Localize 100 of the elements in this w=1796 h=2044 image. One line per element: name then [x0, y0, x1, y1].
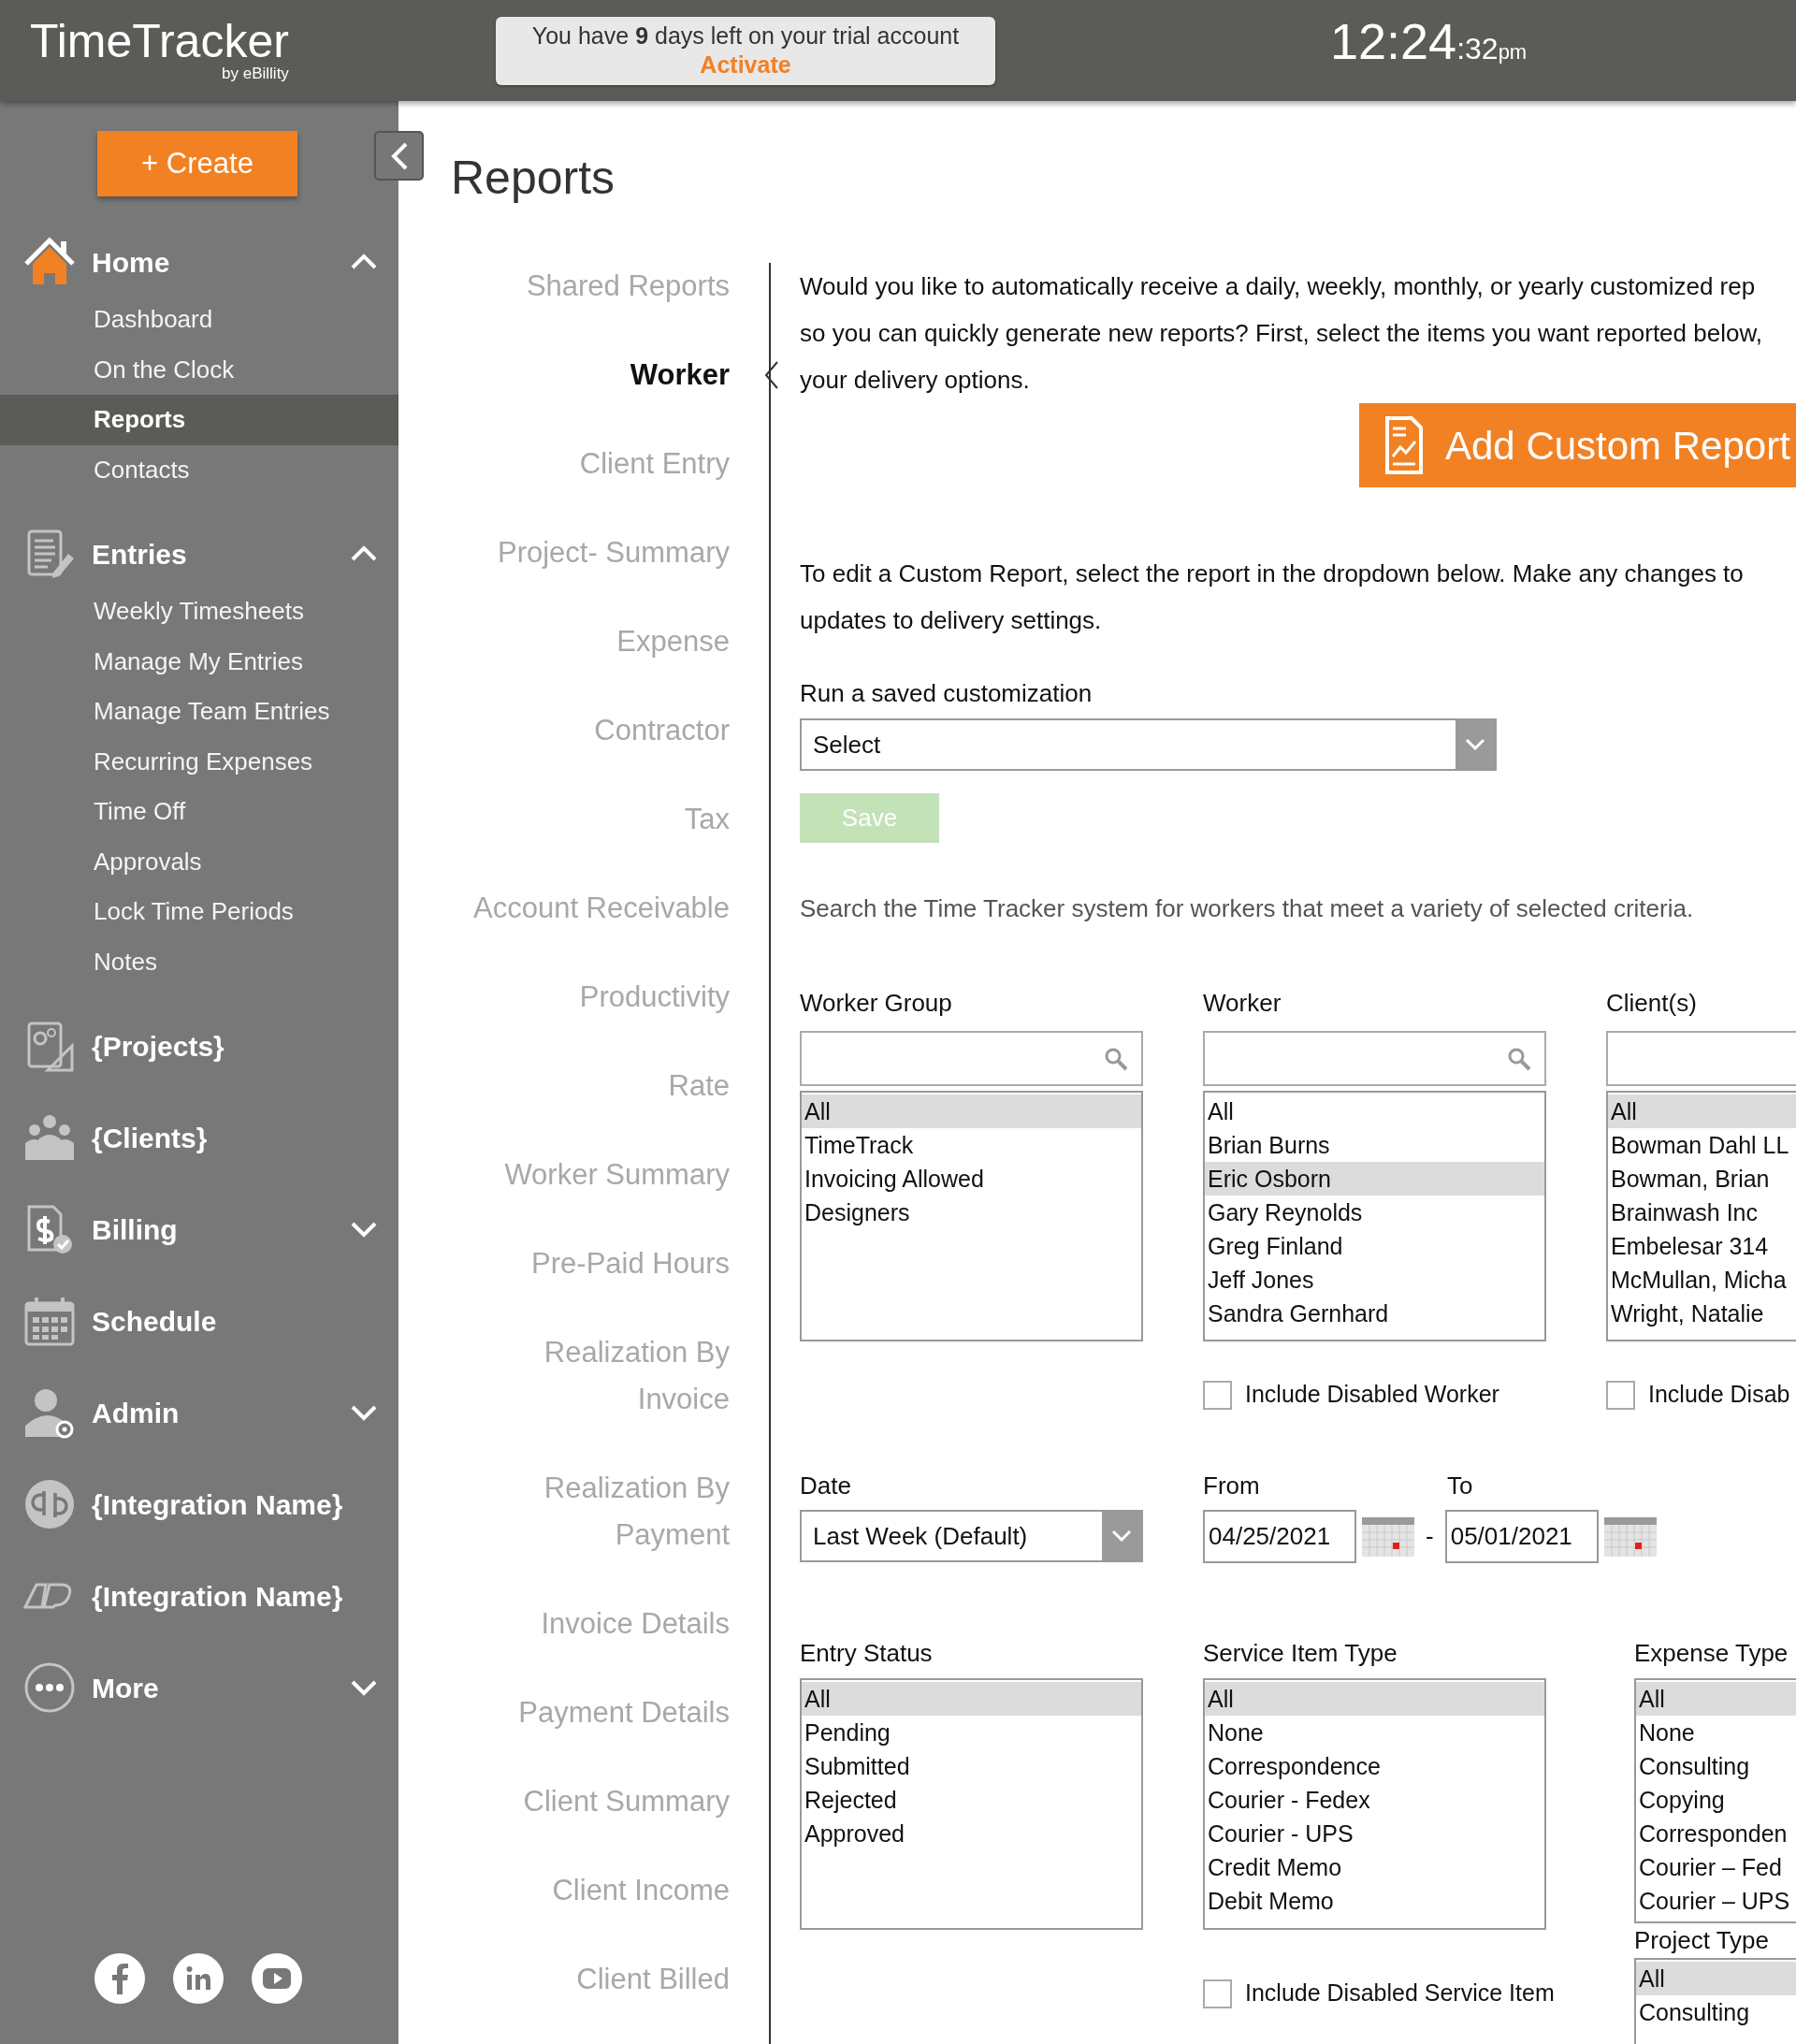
clock-seconds: :32	[1456, 31, 1499, 67]
list-option[interactable]: All	[1636, 1962, 1796, 1995]
saved-report-dropdown[interactable]: Select	[800, 718, 1497, 771]
sidebar-item[interactable]: Lock Time Periods	[0, 887, 398, 937]
search-field[interactable]	[1203, 1031, 1546, 1086]
filter-label: To	[1447, 1471, 1473, 1501]
collapse-button[interactable]	[374, 131, 424, 181]
list-option[interactable]: Eric Osborn	[1205, 1162, 1544, 1196]
sidebar-section[interactable]: Admin	[0, 1380, 398, 1445]
filter-label: Client(s)	[1606, 988, 1698, 1019]
report-tab[interactable]: Worker	[451, 352, 730, 399]
sidebar-item[interactable]: Weekly Timesheets	[0, 587, 398, 637]
sidebar-item[interactable]: Time Off	[0, 787, 398, 837]
facebook-icon[interactable]	[94, 1953, 145, 2004]
sidebar-item[interactable]: Dashboard	[0, 295, 398, 345]
search-icon	[1507, 1046, 1531, 1071]
list-option[interactable]: Embelesar 314	[1608, 1229, 1796, 1263]
linkedin-icon[interactable]	[173, 1953, 224, 2004]
list-option[interactable]: Brainwash Inc	[1608, 1196, 1796, 1229]
checkbox-label: Include Disabled Worker	[1245, 1380, 1499, 1410]
sidebar-section[interactable]: More	[0, 1655, 398, 1720]
sidebar-item[interactable]: On the Clock	[0, 344, 398, 395]
date-range-dropdown[interactable]: Last Week (Default)	[800, 1510, 1143, 1562]
checkbox[interactable]	[1606, 1380, 1635, 1410]
list-option[interactable]: Courier - UPS	[1205, 1817, 1544, 1850]
list-option[interactable]: Corresponden	[1636, 1817, 1796, 1850]
list-option[interactable]: Debit Memo	[1205, 1884, 1544, 1918]
list-option[interactable]: Consulting	[1636, 1995, 1796, 2029]
logo-tagline: by eBillity	[222, 64, 289, 84]
date-input[interactable]: 05/01/2021	[1444, 1510, 1599, 1563]
sidebar-section[interactable]: Entries	[0, 521, 398, 587]
sidebar-item[interactable]: Contacts	[0, 444, 398, 495]
checkbox-label: Include Disab	[1648, 1380, 1790, 1410]
sidebar-item[interactable]: Manage Team Entries	[0, 687, 398, 737]
date-separator: -	[1426, 1521, 1434, 1552]
filter-label: Expense Type	[1634, 1638, 1789, 1669]
sidebar-section[interactable]: Billing	[0, 1196, 398, 1262]
list-option[interactable]: Courier – Fed	[1636, 1850, 1796, 1884]
list-option[interactable]: Wright, Natalie	[1608, 1297, 1796, 1330]
logo-text: TimeTracker	[30, 17, 289, 65]
list-option[interactable]: McMullan, Micha	[1608, 1263, 1796, 1297]
list-option[interactable]: Pending	[802, 1716, 1141, 1749]
trial-message: You have 9 days left on your trial account	[530, 21, 961, 51]
youtube-icon[interactable]	[252, 1953, 302, 2004]
sidebar-section[interactable]: Home	[0, 229, 398, 295]
list-option[interactable]: Bowman Dahl LL	[1608, 1128, 1796, 1162]
list-option[interactable]: Bowman, Brian	[1608, 1162, 1796, 1196]
sidebar-section[interactable]: Schedule	[0, 1288, 398, 1354]
date-input[interactable]: 04/25/2021	[1203, 1510, 1356, 1563]
clock-period: pm	[1498, 39, 1528, 65]
list-option[interactable]: Submitted	[802, 1749, 1141, 1783]
list-option[interactable]: All	[1205, 1682, 1544, 1716]
list-option[interactable]: Jeff Jones	[1205, 1263, 1544, 1297]
sidebar-item[interactable]: Notes	[0, 936, 398, 987]
list-option[interactable]: Credit Memo	[1205, 1850, 1544, 1884]
list-option[interactable]: TimeTrack	[802, 1128, 1141, 1162]
list-option[interactable]: Greg Finland	[1205, 1229, 1544, 1263]
list-option[interactable]: Correspondence	[1205, 1749, 1544, 1783]
list-option[interactable]: All	[802, 1094, 1141, 1128]
user-gear-icon	[23, 1386, 76, 1439]
edit-instructions: To edit a Custom Report, select the report in the dropdown below. Make any changes to	[800, 558, 1745, 589]
intro-text: so you can quickly generate new reports? First, select the items you want reported below,	[800, 318, 1763, 349]
list-option[interactable]: Approved	[802, 1817, 1141, 1850]
list-option[interactable]: All	[1205, 1094, 1544, 1128]
list-option[interactable]: Invoicing Allowed	[802, 1162, 1141, 1196]
filter-label: Date	[800, 1471, 852, 1501]
search-field[interactable]	[800, 1031, 1143, 1086]
list-option[interactable]: Brian Burns	[1205, 1128, 1544, 1162]
checkbox-label: Include Disabled Service Item	[1245, 1979, 1555, 2008]
sidebar-item[interactable]: Recurring Expenses	[0, 736, 398, 787]
list-option[interactable]: Copying	[1636, 1783, 1796, 1817]
calendar-icon[interactable]	[1603, 1516, 1657, 1557]
sidebar-item[interactable]: Approvals	[0, 836, 398, 887]
list-option[interactable]: Rejected	[802, 1783, 1141, 1817]
sidebar-section[interactable]: {Projects}	[0, 1013, 398, 1079]
checkbox[interactable]	[1203, 1380, 1232, 1410]
sidebar-item[interactable]: Manage My Entries	[0, 636, 398, 687]
list-option[interactable]: All	[802, 1682, 1141, 1716]
calendar-icon[interactable]	[1362, 1516, 1414, 1557]
sidebar-section[interactable]: {Integration Name}	[0, 1471, 398, 1537]
page-title: Reports	[451, 151, 616, 206]
intro-text: your delivery options.	[800, 365, 1031, 396]
list-option[interactable]: Consulting	[1636, 1749, 1796, 1783]
search-icon	[1104, 1046, 1128, 1071]
list-option[interactable]: None	[1636, 1716, 1796, 1749]
filter-label: Service Item Type	[1203, 1638, 1398, 1669]
filter-label: Worker Group	[800, 988, 953, 1019]
sidebar-section[interactable]: {Clients}	[0, 1105, 398, 1170]
list-option[interactable]: All	[1636, 1682, 1796, 1716]
list-option[interactable]: Designers	[802, 1196, 1141, 1229]
list-option[interactable]: All	[1608, 1094, 1796, 1128]
filter-label: Project Type	[1634, 1925, 1771, 1955]
list-option[interactable]: Courier - Fedex	[1205, 1783, 1544, 1817]
checkbox[interactable]	[1203, 1979, 1232, 2008]
sidebar-item[interactable]: Reports	[0, 395, 398, 445]
list-option[interactable]: Gary Reynolds	[1205, 1196, 1544, 1229]
list-option[interactable]: None	[1205, 1716, 1544, 1749]
list-option[interactable]: Sandra Gernhard	[1205, 1297, 1544, 1330]
sidebar-section[interactable]: {Integration Name}	[0, 1563, 398, 1629]
list-option[interactable]: Courier – UPS	[1636, 1884, 1796, 1918]
